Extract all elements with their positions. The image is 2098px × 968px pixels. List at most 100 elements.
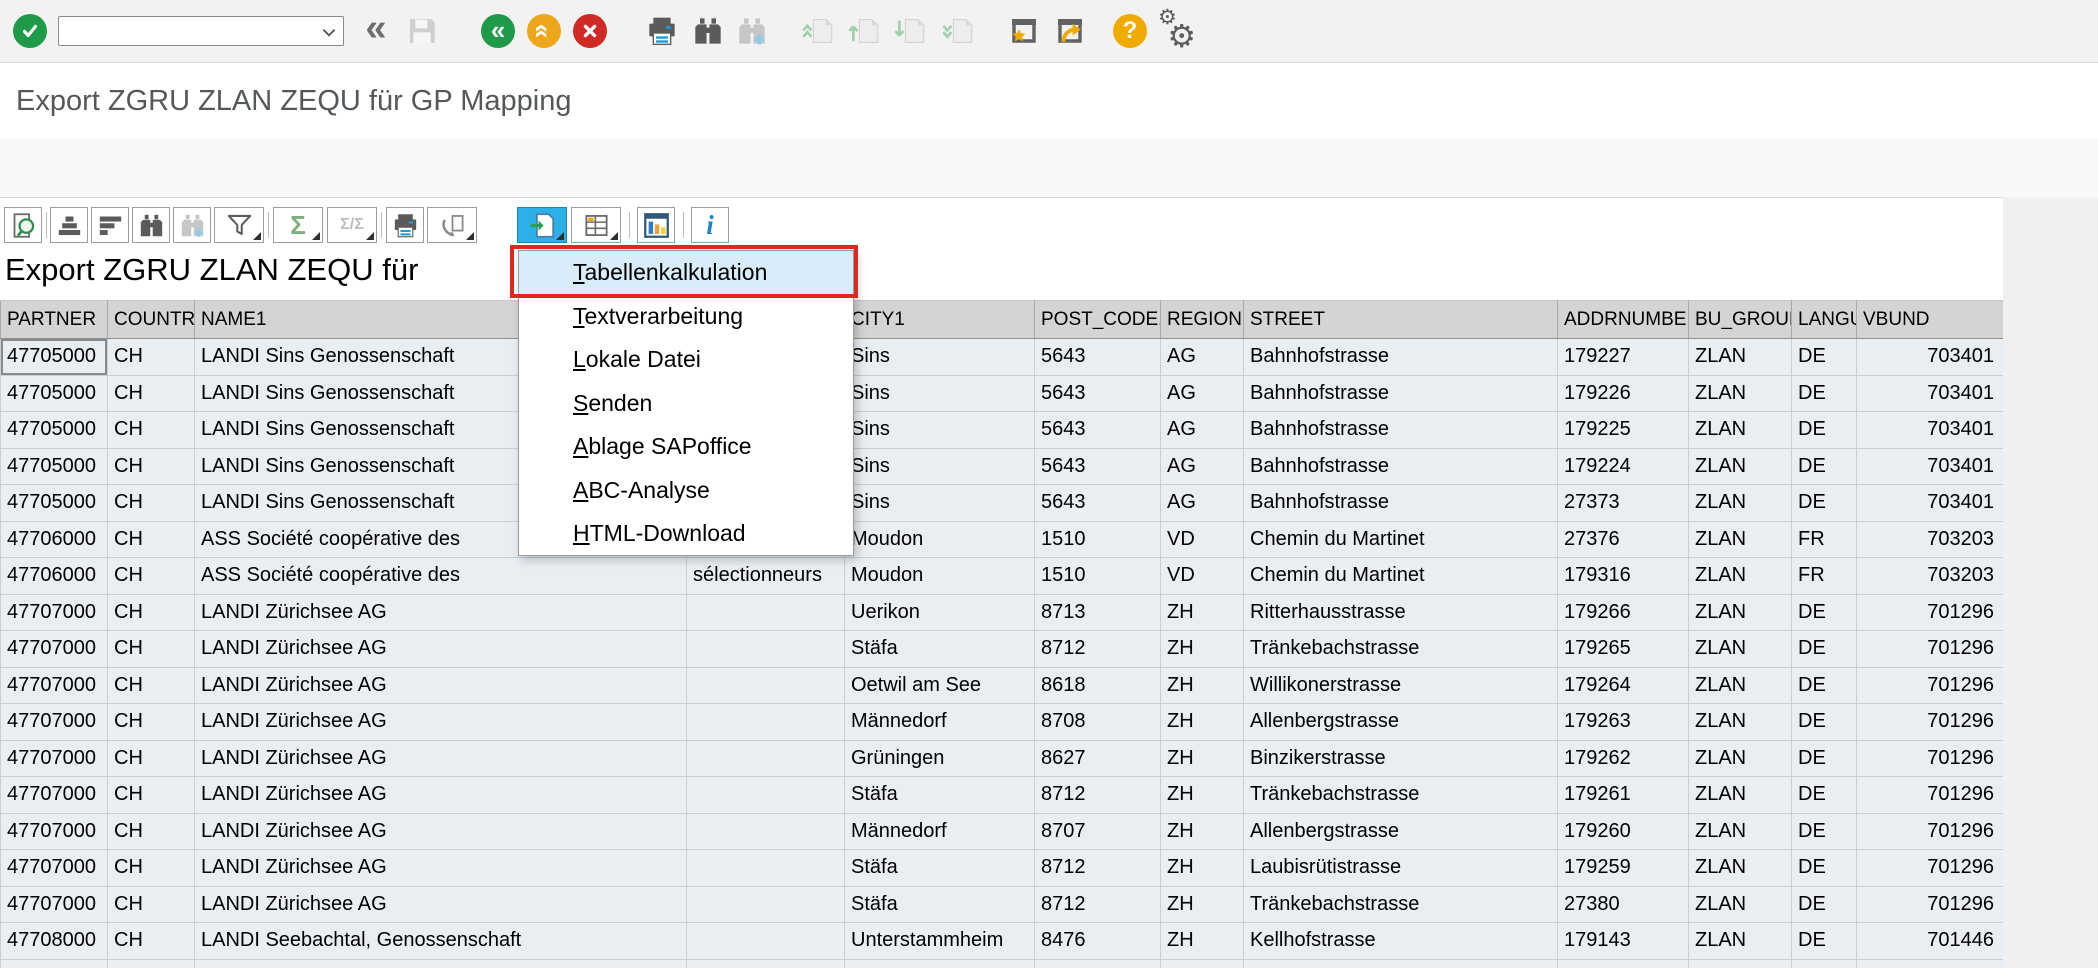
table-cell[interactable] (687, 667, 845, 704)
customize-layout-icon[interactable]: ⚙⚙ (1158, 13, 1194, 49)
export-menu-item-tabellenkalkulation[interactable]: Tabellenkalkulation (519, 251, 853, 295)
table-cell[interactable]: Männedorf (845, 813, 1035, 850)
table-cell[interactable]: ZH (1161, 777, 1244, 814)
table-cell[interactable]: 179143 (1558, 923, 1689, 960)
table-cell[interactable]: 179265 (1558, 631, 1689, 668)
table-cell[interactable] (687, 959, 845, 968)
exit-icon[interactable]: « (526, 13, 562, 49)
table-cell[interactable]: 47706000 (1, 558, 108, 595)
table-cell[interactable]: 47707000 (1, 850, 108, 887)
table-cell[interactable]: ZLAN (1689, 813, 1792, 850)
table-cell[interactable]: ZH (1161, 704, 1244, 741)
table-cell[interactable]: CH (108, 448, 195, 485)
table-cell[interactable]: LANDI Zürichsee AG (195, 594, 687, 631)
table-cell[interactable]: ZLAN (1689, 850, 1792, 887)
table-cell[interactable]: 701296 (1857, 740, 2004, 777)
table-cell[interactable]: CH (108, 339, 195, 376)
table-cell[interactable]: ZH (1161, 631, 1244, 668)
table-cell[interactable]: 8708 (1035, 704, 1161, 741)
find-icon[interactable] (132, 207, 170, 243)
table-cell[interactable] (687, 813, 845, 850)
table-cell[interactable]: Uerikon (845, 594, 1035, 631)
table-cell[interactable]: ZLAN (1689, 923, 1792, 960)
table-cell[interactable]: ZH (1161, 923, 1244, 960)
table-cell[interactable]: LANDI Zürichsee AG (195, 777, 687, 814)
table-cell[interactable]: DE (1792, 375, 1857, 412)
table-cell[interactable]: 47705000 (1, 448, 108, 485)
sort-descending-icon[interactable] (91, 207, 129, 243)
table-cell[interactable]: 8476 (1035, 923, 1161, 960)
print-icon[interactable] (644, 13, 680, 49)
table-cell[interactable]: ASS Société coopérative des (195, 558, 687, 595)
table-cell[interactable]: 179142 (1558, 959, 1689, 968)
table-cell[interactable]: 8712 (1035, 886, 1161, 923)
table-cell[interactable]: 701446 (1857, 959, 2004, 968)
table-cell[interactable]: CH (108, 886, 195, 923)
table-cell[interactable]: ZLAN (1689, 886, 1792, 923)
table-cell[interactable]: CH (108, 704, 195, 741)
table-cell[interactable]: LANDI Zürichsee AG (195, 813, 687, 850)
table-cell[interactable]: DE (1792, 923, 1857, 960)
table-cell[interactable]: LANDI Zürichsee AG (195, 704, 687, 741)
sort-ascending-icon[interactable] (50, 207, 88, 243)
table-cell[interactable]: 179262 (1558, 740, 1689, 777)
table-cell[interactable]: ZLAN (1689, 777, 1792, 814)
table-cell[interactable]: Kellhofstrasse (1244, 923, 1558, 960)
table-cell[interactable]: Tränkebachstrasse (1244, 631, 1558, 668)
table-cell[interactable]: 701296 (1857, 594, 2004, 631)
table-cell[interactable]: CH (108, 813, 195, 850)
table-cell[interactable]: CH (108, 485, 195, 522)
table-cell[interactable]: 179225 (1558, 412, 1689, 449)
table-cell[interactable]: ZH (1161, 594, 1244, 631)
table-cell[interactable]: ZLAN (1689, 558, 1792, 595)
table-cell[interactable]: CH (108, 740, 195, 777)
table-cell[interactable]: 703401 (1857, 485, 2004, 522)
table-cell[interactable]: Bahnhofstrasse (1244, 375, 1558, 412)
table-cell[interactable]: 5643 (1035, 375, 1161, 412)
table-cell[interactable]: 703401 (1857, 339, 2004, 376)
table-cell[interactable]: Stäfa (845, 850, 1035, 887)
table-cell[interactable]: 8712 (1035, 631, 1161, 668)
column-header-langu[interactable]: LANGU (1792, 301, 1857, 339)
table-cell[interactable]: 179266 (1558, 594, 1689, 631)
column-header-post_code1[interactable]: POST_CODE1 (1035, 301, 1161, 339)
table-cell[interactable]: 47707000 (1, 631, 108, 668)
table-cell[interactable]: 47707000 (1, 886, 108, 923)
table-cell[interactable]: 701296 (1857, 704, 2004, 741)
create-shortcut-icon[interactable] (1052, 13, 1088, 49)
table-cell[interactable]: ZLAN (1689, 667, 1792, 704)
table-cell[interactable]: 47707000 (1, 777, 108, 814)
table-cell[interactable]: Männedorf (845, 704, 1035, 741)
table-cell[interactable]: 8477 (1035, 959, 1161, 968)
table-cell[interactable]: 1510 (1035, 558, 1161, 595)
table-cell[interactable]: 47705000 (1, 375, 108, 412)
table-cell[interactable]: Oetwil am See (845, 667, 1035, 704)
table-cell[interactable]: DE (1792, 850, 1857, 887)
table-cell[interactable]: 179263 (1558, 704, 1689, 741)
column-header-region[interactable]: REGION (1161, 301, 1244, 339)
table-cell[interactable]: 8713 (1035, 594, 1161, 631)
table-cell[interactable]: Laubisrütistrasse (1244, 850, 1558, 887)
table-cell[interactable]: 47708000 (1, 923, 108, 960)
table-cell[interactable]: LANDI Seebachtal, Genossenschaft (195, 959, 687, 968)
table-cell[interactable]: DE (1792, 704, 1857, 741)
table-cell[interactable]: 179226 (1558, 375, 1689, 412)
table-cell[interactable]: 701296 (1857, 850, 2004, 887)
table-cell[interactable]: 47705000 (1, 412, 108, 449)
table-cell[interactable]: Willikonerstrasse (1244, 667, 1558, 704)
export-menu-item-ablage-sapoffice[interactable]: Ablage SAPoffice (519, 425, 853, 469)
table-cell[interactable]: Tränkebachstrasse (1244, 777, 1558, 814)
table-cell[interactable]: 701296 (1857, 886, 2004, 923)
table-cell[interactable]: DE (1792, 813, 1857, 850)
table-cell[interactable] (687, 850, 845, 887)
table-cell[interactable]: Unterstammheim (845, 923, 1035, 960)
table-cell[interactable]: Stäfa (845, 631, 1035, 668)
column-header-country[interactable]: COUNTRY (108, 301, 195, 339)
table-cell[interactable]: 8712 (1035, 850, 1161, 887)
command-field-dropdown-icon[interactable] (322, 28, 336, 37)
export-menu-item-html-download[interactable]: HTML-Download (519, 512, 853, 556)
table-cell[interactable]: Moudon (845, 521, 1035, 558)
column-header-city1[interactable]: CITY1 (845, 301, 1035, 339)
table-cell[interactable]: ZLAN (1689, 959, 1792, 968)
filter-icon[interactable] (214, 207, 264, 243)
